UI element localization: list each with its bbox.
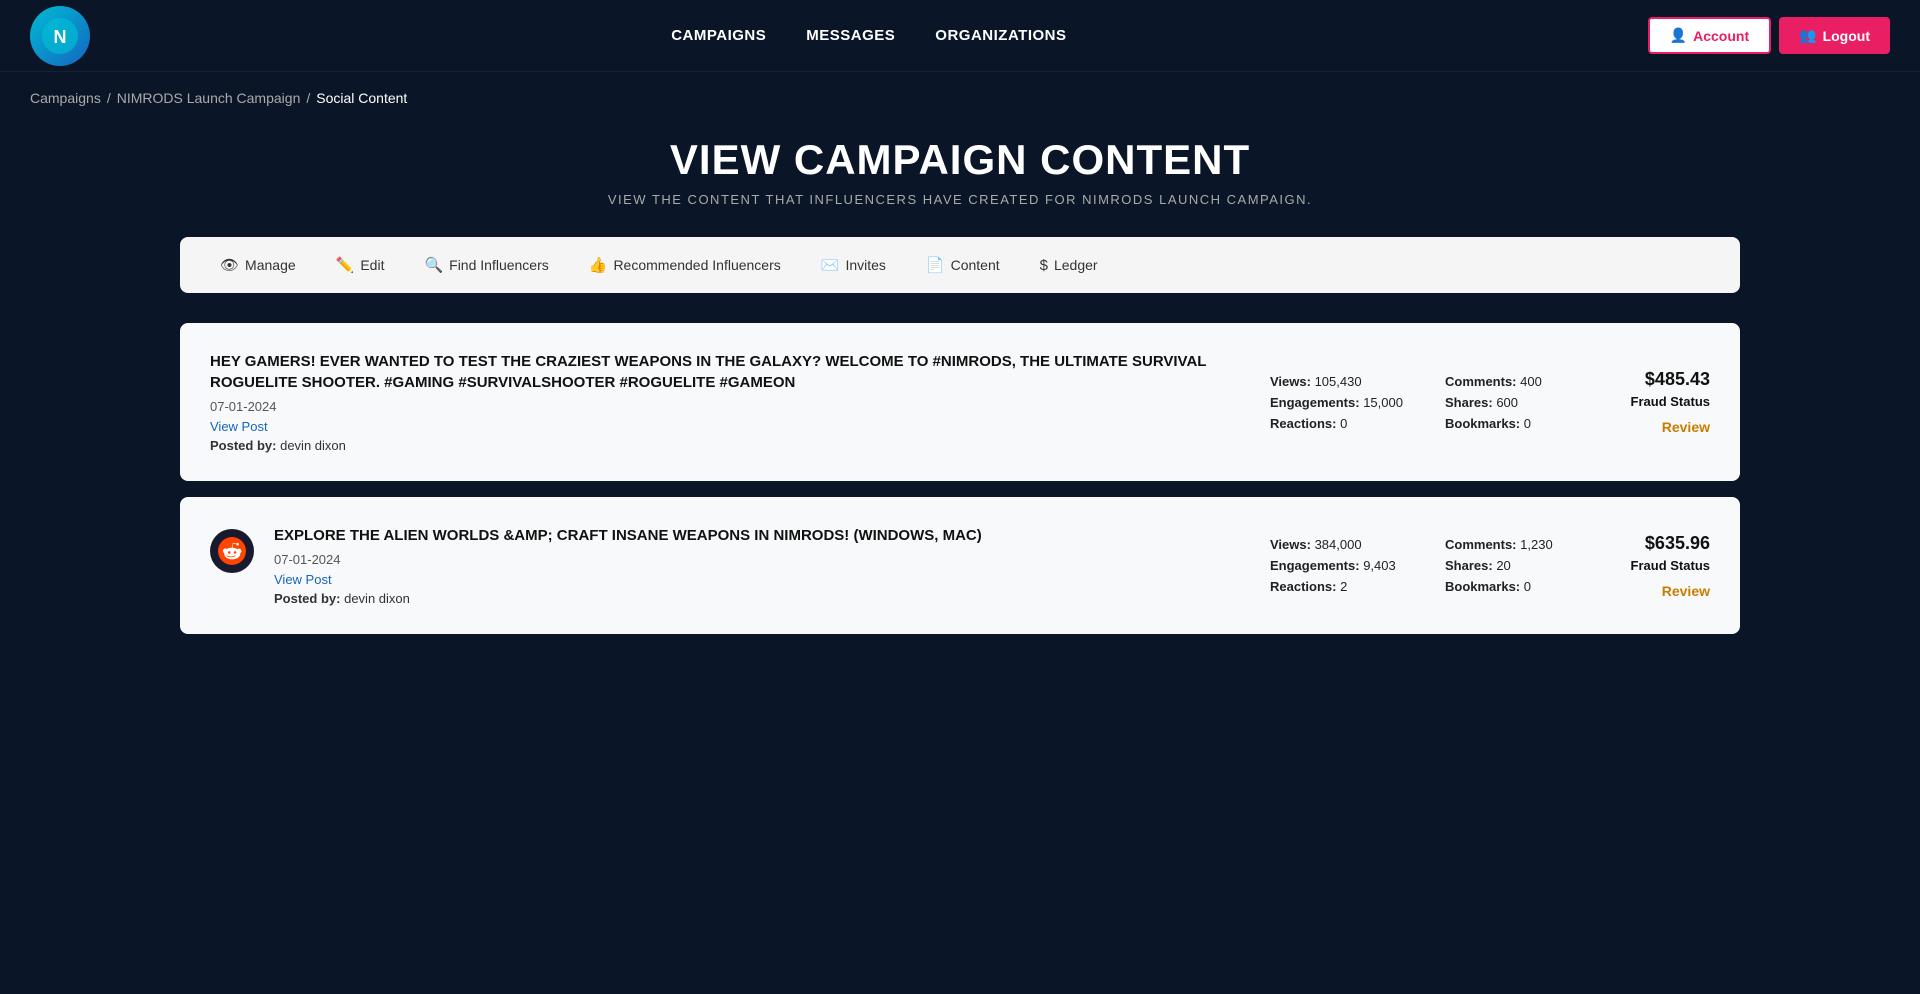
stat-shares-2: Shares: 20 [1445,558,1590,573]
page-title: VIEW CAMPAIGN CONTENT [30,136,1890,184]
card-2-review[interactable]: Review [1662,583,1710,599]
card-2-view-post[interactable]: View Post [274,572,332,587]
content-area: HEY GAMERS! EVER WANTED TO TEST THE CRAZ… [0,313,1920,660]
envelope-icon: ✉️ [821,256,840,274]
stat-views-2: Views: 384,000 [1270,537,1415,552]
card-1-fraud-status: Fraud Status [1631,394,1710,409]
content-card-1: HEY GAMERS! EVER WANTED TO TEST THE CRAZ… [180,323,1740,481]
card-1-view-post[interactable]: View Post [210,419,268,434]
stat-engagements-1: Engagements: 15,000 [1270,395,1415,410]
card-2-posted-by: Posted by: devin dixon [274,591,1250,606]
manage-icon: 👁 [220,256,239,274]
account-button[interactable]: 👤 Account [1648,17,1771,54]
card-1-review[interactable]: Review [1662,419,1710,435]
card-1-right: $485.43 Fraud Status Review [1610,369,1710,435]
logo-icon: N [30,6,90,66]
navbar: N CAMPAIGNS MESSAGES ORGANIZATIONS 👤 Acc… [0,0,1920,72]
card-1-body: HEY GAMERS! EVER WANTED TO TEST THE CRAZ… [210,351,1250,453]
account-label: Account [1693,28,1749,44]
tab-invites[interactable]: ✉️ Invites [801,246,906,284]
card-1-title: HEY GAMERS! EVER WANTED TO TEST THE CRAZ… [210,351,1250,393]
breadcrumb-sep-2: / [306,90,310,106]
tab-content[interactable]: 📄 Content [906,246,1020,284]
logout-label: Logout [1823,28,1870,44]
card-2-date: 07-01-2024 [274,552,1250,567]
card-2-amount: $635.96 [1645,533,1710,554]
stat-shares-1: Shares: 600 [1445,395,1590,410]
tab-recommended[interactable]: 👍 Recommended Influencers [569,246,801,284]
stat-engagements-2: Engagements: 9,403 [1270,558,1415,573]
dollar-icon: $ [1040,257,1048,274]
logout-icon: 👥 [1799,27,1816,44]
breadcrumb-current: Social Content [316,90,407,106]
card-1-date: 07-01-2024 [210,399,1250,414]
nav-organizations[interactable]: ORGANIZATIONS [935,27,1066,44]
edit-icon: ✏️ [336,256,355,274]
nav-messages[interactable]: MESSAGES [806,27,895,44]
card-2-title: EXPLORE THE ALIEN WORLDS &AMP; CRAFT INS… [274,525,1250,546]
navbar-actions: 👤 Account 👥 Logout [1648,17,1890,54]
breadcrumb: Campaigns / NIMRODS Launch Campaign / So… [0,72,1920,116]
page-header: VIEW CAMPAIGN CONTENT VIEW THE CONTENT T… [0,116,1920,237]
card-2-body: EXPLORE THE ALIEN WORLDS &AMP; CRAFT INS… [274,525,1250,606]
tab-ledger[interactable]: $ Ledger [1020,247,1118,284]
account-icon: 👤 [1670,27,1687,44]
card-2-fraud-status: Fraud Status [1631,558,1710,573]
svg-text:N: N [54,27,67,47]
stat-reactions-1: Reactions: 0 [1270,416,1415,431]
thumbs-up-icon: 👍 [589,256,608,274]
card-2-right: $635.96 Fraud Status Review [1610,533,1710,599]
document-icon: 📄 [926,256,945,274]
card-1-posted-by: Posted by: devin dixon [210,438,1250,453]
nav-links: CAMPAIGNS MESSAGES ORGANIZATIONS [671,27,1066,44]
card-2-icon [210,529,254,573]
card-1-amount: $485.43 [1645,369,1710,390]
tab-manage[interactable]: 👁 Manage [200,246,316,284]
page-subtitle: VIEW THE CONTENT THAT INFLUENCERS HAVE C… [30,192,1890,207]
stat-bookmarks-2: Bookmarks: 0 [1445,579,1590,594]
breadcrumb-campaigns[interactable]: Campaigns [30,90,101,106]
stat-comments-1: Comments: 400 [1445,374,1590,389]
tabs-container: 👁 Manage ✏️ Edit 🔍 Find Influencers 👍 Re… [180,237,1740,293]
breadcrumb-sep-1: / [107,90,111,106]
card-2-stats: Views: 384,000 Comments: 1,230 Engagemen… [1270,537,1590,594]
tab-edit[interactable]: ✏️ Edit [316,246,405,284]
card-1-stats: Views: 105,430 Comments: 400 Engagements… [1270,374,1590,431]
breadcrumb-campaign[interactable]: NIMRODS Launch Campaign [117,90,301,106]
nav-campaigns[interactable]: CAMPAIGNS [671,27,766,44]
search-icon: 🔍 [424,256,443,274]
content-card-2: EXPLORE THE ALIEN WORLDS &AMP; CRAFT INS… [180,497,1740,634]
logo: N [30,6,90,66]
tab-find-influencers[interactable]: 🔍 Find Influencers [404,246,568,284]
stat-comments-2: Comments: 1,230 [1445,537,1590,552]
stat-reactions-2: Reactions: 2 [1270,579,1415,594]
stat-bookmarks-1: Bookmarks: 0 [1445,416,1590,431]
logout-button[interactable]: 👥 Logout [1779,17,1890,54]
stat-views-1: Views: 105,430 [1270,374,1415,389]
